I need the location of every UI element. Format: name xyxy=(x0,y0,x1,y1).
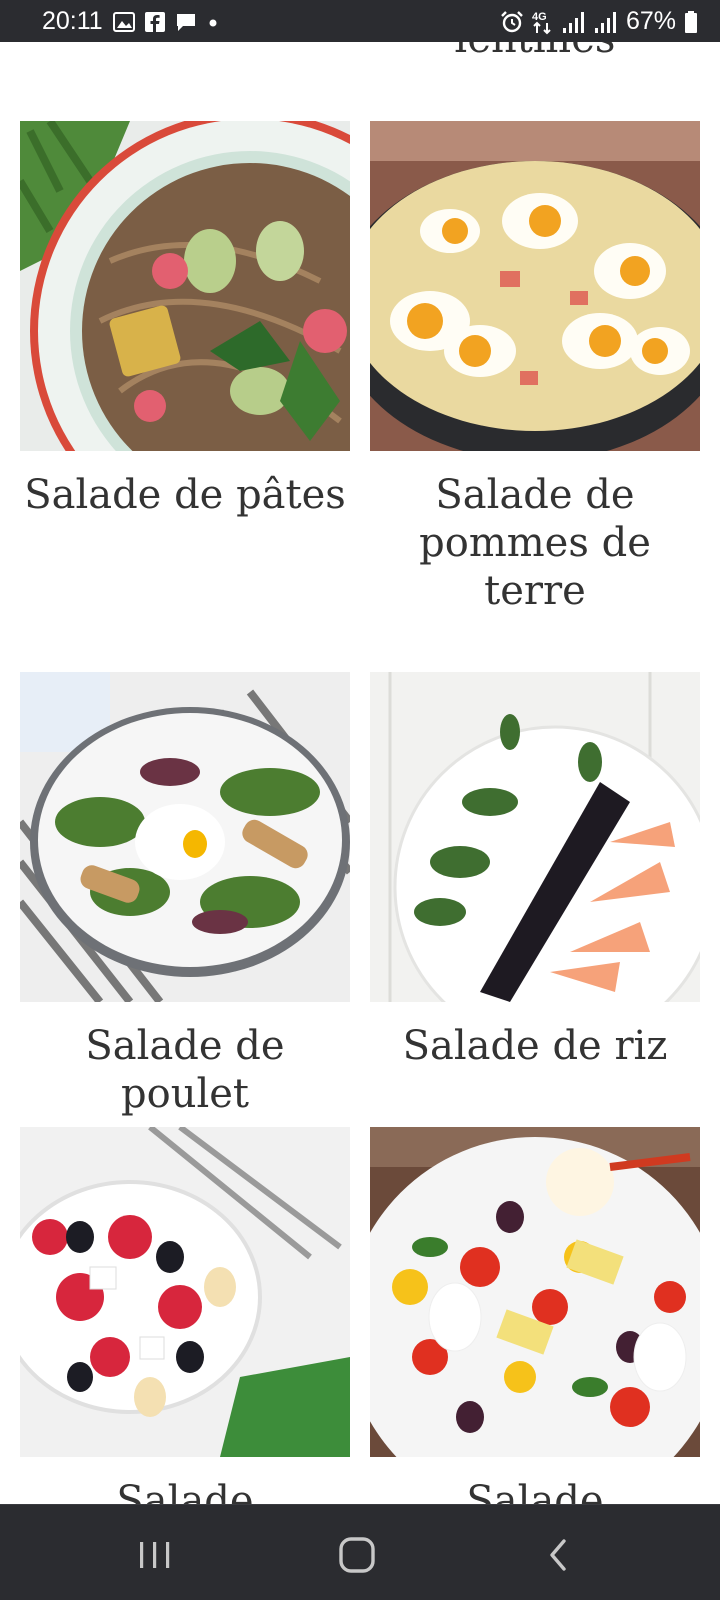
card-title-lentilles[interactable]: lentilles xyxy=(370,42,700,62)
clock: 20:11 xyxy=(42,7,103,35)
message-icon xyxy=(176,13,195,31)
recipe-card-title[interactable]: Salade de poulet xyxy=(20,1022,350,1118)
status-bar: 20:11 4G 67% xyxy=(0,0,720,42)
home-icon[interactable] xyxy=(337,1535,377,1575)
recipe-card-title[interactable]: Salade de riz xyxy=(370,1022,700,1070)
black-rice-grapefruit-salad-photo[interactable] xyxy=(370,672,700,1002)
potato-egg-salad-photo[interactable] xyxy=(370,121,700,451)
recipe-card-title[interactable]: Salade de pommes de terre xyxy=(370,471,700,615)
soba-noodle-salad-photo[interactable] xyxy=(20,121,350,451)
chicken-poached-egg-salad-photo[interactable] xyxy=(20,672,350,1002)
tomato-olive-feta-salad-photo[interactable] xyxy=(20,1127,350,1457)
recipe-card-title[interactable]: Salade de pâtes xyxy=(20,471,350,519)
signal-icon xyxy=(562,11,584,33)
facebook-icon xyxy=(144,11,165,32)
mozzarella-tomato-potato-salad-photo[interactable] xyxy=(370,1127,700,1457)
recipe-list[interactable]: lentilles Sa xyxy=(0,42,720,1504)
navigation-bar xyxy=(0,1504,720,1600)
svg-text:4G: 4G xyxy=(532,11,547,23)
recent-apps-icon[interactable] xyxy=(135,1535,175,1575)
recipe-card-title[interactable]: Salade xyxy=(370,1477,700,1504)
dot-icon xyxy=(209,19,217,26)
battery-icon xyxy=(685,10,697,33)
signal-icon-2 xyxy=(594,11,616,33)
alarm-icon xyxy=(501,10,523,32)
image-icon xyxy=(112,11,135,32)
battery-percentage: 67% xyxy=(625,7,676,35)
recipe-card-title[interactable]: Salade composée xyxy=(20,1477,350,1504)
4g-icon: 4G xyxy=(532,11,551,34)
back-icon[interactable] xyxy=(540,1535,580,1575)
